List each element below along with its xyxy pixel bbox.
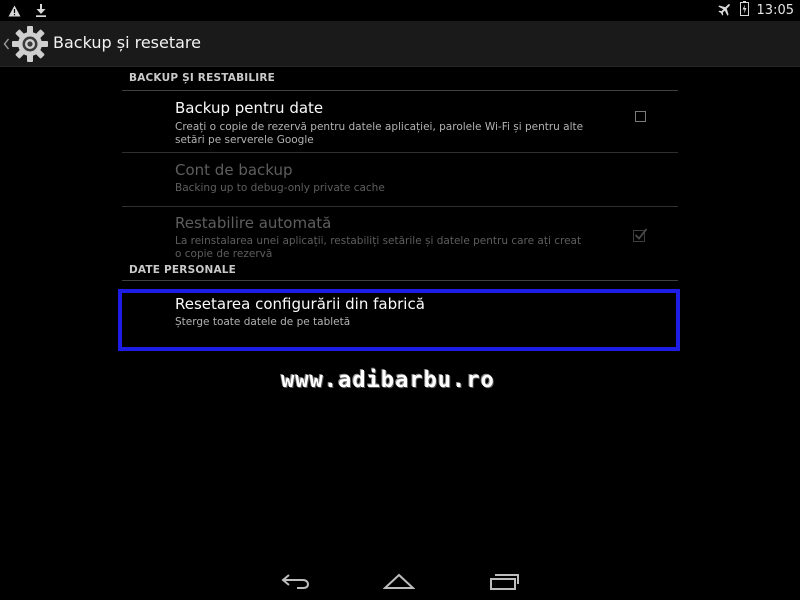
status-bar-clock: 13:05	[756, 2, 794, 18]
settings-gear-icon[interactable]	[11, 25, 49, 67]
warning-icon	[8, 2, 21, 21]
home-icon[interactable]	[382, 572, 416, 594]
pref-backup-data[interactable]: Backup pentru date Creați o copie de rez…	[122, 91, 678, 153]
highlight-box	[118, 289, 680, 351]
backup-data-checkbox[interactable]	[635, 111, 646, 122]
chevron-left-icon[interactable]	[3, 35, 10, 54]
pref-title: Restabilire automată	[175, 214, 332, 232]
pref-auto-restore[interactable]: Restabilire automată La reinstalarea une…	[122, 207, 678, 260]
back-icon[interactable]	[281, 572, 311, 594]
auto-restore-checkbox-checked-icon[interactable]	[633, 227, 648, 246]
action-bar: Backup și resetare	[0, 21, 800, 67]
pref-title: Backup pentru date	[175, 99, 324, 117]
page-title: Backup și resetare	[53, 33, 201, 52]
section-header-backup: BACKUP ȘI RESTABILIRE	[122, 66, 678, 91]
airplane-mode-icon	[717, 1, 732, 20]
download-icon	[35, 2, 47, 21]
status-bar: 13:05	[0, 0, 800, 21]
pref-title: Cont de backup	[175, 161, 293, 179]
pref-backup-account[interactable]: Cont de backup Backing up to debug-only …	[122, 153, 678, 207]
recent-apps-icon[interactable]	[489, 572, 521, 594]
battery-charging-icon	[739, 1, 749, 20]
navigation-bar	[0, 560, 800, 600]
section-header-personal: DATE PERSONALE	[122, 259, 678, 281]
pref-summary: Backing up to debug-only private cache	[175, 182, 385, 194]
pref-summary: Creați o copie de rezervă pentru datele …	[175, 121, 584, 146]
status-bar-system: 13:05	[717, 1, 794, 20]
pref-summary: La reinstalarea unei aplicații, restabil…	[175, 235, 582, 260]
watermark-text: www.adibarbu.ro	[281, 368, 495, 393]
status-bar-notifications	[8, 2, 47, 21]
